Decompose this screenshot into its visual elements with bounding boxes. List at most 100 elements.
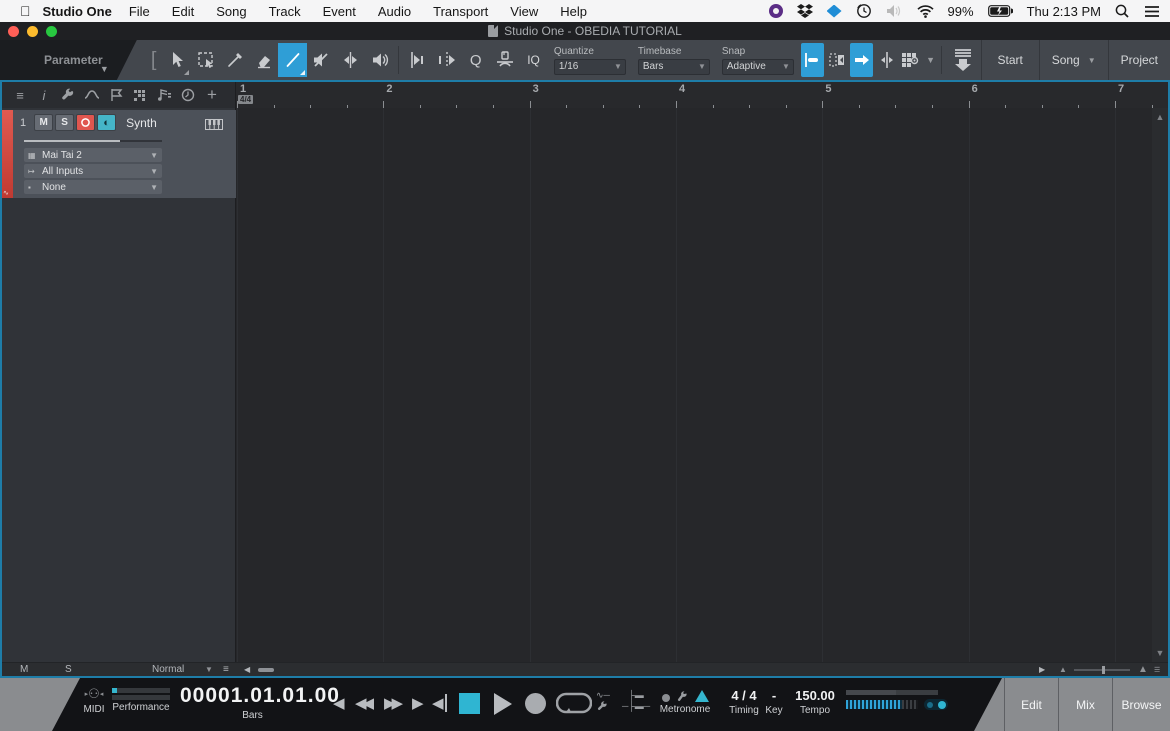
track-grid-button[interactable] xyxy=(900,43,923,77)
blue-diamond-app-icon[interactable] xyxy=(827,5,842,18)
listen-tool-button[interactable] xyxy=(365,43,394,77)
range-tool-button[interactable] xyxy=(191,43,220,77)
parameter-dropdown[interactable]: Parameter ▼ xyxy=(0,40,137,80)
scroll-right-icon[interactable]: ▶ xyxy=(1039,663,1045,676)
play-button[interactable] xyxy=(494,693,512,715)
instrument-select[interactable]: ▦ Mai Tai 2 ▼ xyxy=(24,148,162,162)
inspector-icon[interactable]: i xyxy=(34,85,54,105)
layers-button[interactable] xyxy=(947,43,980,77)
menu-item[interactable]: View xyxy=(510,4,538,19)
browse-view-button[interactable]: Browse xyxy=(1112,678,1170,731)
instrument-keyboard-icon[interactable] xyxy=(205,117,223,135)
timing-section[interactable]: 4 / 4 Timing xyxy=(722,688,766,716)
split-tool-button[interactable] xyxy=(220,43,249,77)
track-monitor-button[interactable]: ◐ xyxy=(97,114,116,131)
menu-item[interactable]: Song xyxy=(216,4,246,19)
menu-item[interactable]: File xyxy=(129,4,150,19)
macro-bend-right-button[interactable] xyxy=(432,43,461,77)
follow-arrow-button[interactable] xyxy=(850,43,873,77)
precount-options[interactable]: ├▬ ─├▬─ xyxy=(622,690,650,712)
menu-item[interactable]: Transport xyxy=(433,4,488,19)
quantize-q-button[interactable]: Q xyxy=(461,43,490,77)
purple-app-icon[interactable] xyxy=(769,4,783,18)
track-solo-button[interactable]: S xyxy=(55,114,74,131)
track-edit-button[interactable] xyxy=(826,43,849,77)
automation-icon[interactable] xyxy=(82,85,102,105)
rewind-button[interactable]: ◀◀ xyxy=(355,694,370,712)
wifi-icon[interactable] xyxy=(917,5,934,18)
return-to-zero-button[interactable]: ◀ xyxy=(432,694,447,712)
pattern-grid-icon[interactable] xyxy=(130,85,150,105)
zoom-preset-icon[interactable]: ☰ xyxy=(1154,663,1160,676)
footer-menu-icon[interactable]: ≡ xyxy=(223,663,229,676)
track-mute-button[interactable]: M xyxy=(34,114,53,131)
zoom-slider[interactable] xyxy=(1074,663,1130,676)
project-page-button[interactable]: Project xyxy=(1108,40,1170,80)
marker-flag-icon[interactable] xyxy=(106,85,126,105)
record-button[interactable] xyxy=(525,693,546,714)
notification-center-icon[interactable] xyxy=(1144,5,1160,18)
metronome-section[interactable]: Metronome xyxy=(650,690,720,715)
menu-item[interactable]: Track xyxy=(269,4,301,19)
add-track-button[interactable]: + xyxy=(202,85,222,105)
track-record-arm-button[interactable] xyxy=(76,114,95,131)
macro-bend-left-button[interactable] xyxy=(403,43,432,77)
split-view-button[interactable] xyxy=(875,43,898,77)
time-display[interactable]: 00001.01.01.00 Bars xyxy=(180,684,325,721)
track-volume-slider[interactable] xyxy=(24,140,162,142)
performance-meter[interactable]: Performance xyxy=(112,686,170,713)
paint-tool-button-selected[interactable] xyxy=(278,43,307,77)
humanize-button[interactable] xyxy=(490,43,519,77)
track-list-menu-icon[interactable]: ≡ xyxy=(10,85,30,105)
dropbox-icon[interactable] xyxy=(797,4,813,18)
grid-options-caret[interactable]: ▼ xyxy=(925,43,936,77)
menu-item[interactable]: Audio xyxy=(378,4,411,19)
track-height-select[interactable]: Normal xyxy=(152,663,184,676)
autoscroll-button[interactable] xyxy=(801,43,824,77)
start-page-button[interactable]: Start xyxy=(981,40,1039,80)
tempo-section[interactable]: 150.00 Tempo xyxy=(790,688,840,716)
menu-item[interactable]: Help xyxy=(560,4,587,19)
tempo-slider[interactable] xyxy=(846,690,948,710)
stop-button[interactable] xyxy=(459,693,480,714)
minimize-window-button[interactable] xyxy=(27,26,38,37)
close-window-button[interactable] xyxy=(8,26,19,37)
menu-item[interactable]: Edit xyxy=(172,4,194,19)
apple-menu-icon[interactable]:  xyxy=(20,3,31,19)
note-fx-icon[interactable] xyxy=(154,85,174,105)
menu-app-name[interactable]: Studio One xyxy=(43,4,112,19)
menubar-clock[interactable]: Thu 2:13 PM xyxy=(1027,4,1101,19)
edit-view-button[interactable]: Edit xyxy=(1004,678,1058,731)
eraser-tool-button[interactable] xyxy=(249,43,278,77)
metronome-on-icon[interactable] xyxy=(695,690,709,702)
snap-select[interactable]: Adaptive▼ xyxy=(722,59,794,75)
mix-view-button[interactable]: Mix xyxy=(1058,678,1112,731)
input-quantize-button[interactable]: IQ xyxy=(519,40,548,80)
fast-forward-button[interactable]: ▶▶ xyxy=(384,694,399,712)
input-select[interactable]: ↦ All Inputs ▼ xyxy=(24,164,162,178)
bend-tool-button[interactable] xyxy=(336,43,365,77)
key-section[interactable]: - Key xyxy=(762,688,786,716)
loop-button[interactable] xyxy=(556,690,592,721)
arrow-tool-button[interactable] xyxy=(162,43,191,77)
volume-muted-icon[interactable] xyxy=(886,4,903,18)
horizontal-scroll-handle[interactable] xyxy=(258,663,274,676)
zoom-in-icon[interactable]: ▲ xyxy=(1138,663,1148,676)
spotlight-search-icon[interactable] xyxy=(1115,4,1130,19)
timeline-ruler[interactable]: 4/4 1234567 xyxy=(236,82,1168,108)
mute-tool-button[interactable] xyxy=(307,43,336,77)
output-select[interactable]: ▪ None ▼ xyxy=(24,180,162,194)
track-list-panel[interactable]: ∿ 1 M S ◐ Synth xyxy=(2,108,236,662)
wrench-icon[interactable] xyxy=(58,85,78,105)
scroll-up-icon[interactable]: ▲ xyxy=(1156,112,1165,122)
zoom-window-button[interactable] xyxy=(46,26,57,37)
footer-mute-button[interactable]: M xyxy=(20,663,28,676)
song-page-button[interactable]: Song▼ xyxy=(1039,40,1108,80)
next-bar-button[interactable]: ▶ xyxy=(412,694,424,712)
meter-toggle[interactable] xyxy=(924,699,948,710)
window-titlebar[interactable]: Studio One - OBEDIA TUTORIAL xyxy=(0,22,1170,40)
track-color-strip[interactable]: ∿ xyxy=(2,110,13,198)
vertical-scrollbar[interactable]: ▲ ▼ xyxy=(1152,108,1168,662)
preroll-options[interactable]: ∿─ xyxy=(596,690,610,714)
previous-bar-button[interactable]: ◀ xyxy=(333,694,345,712)
